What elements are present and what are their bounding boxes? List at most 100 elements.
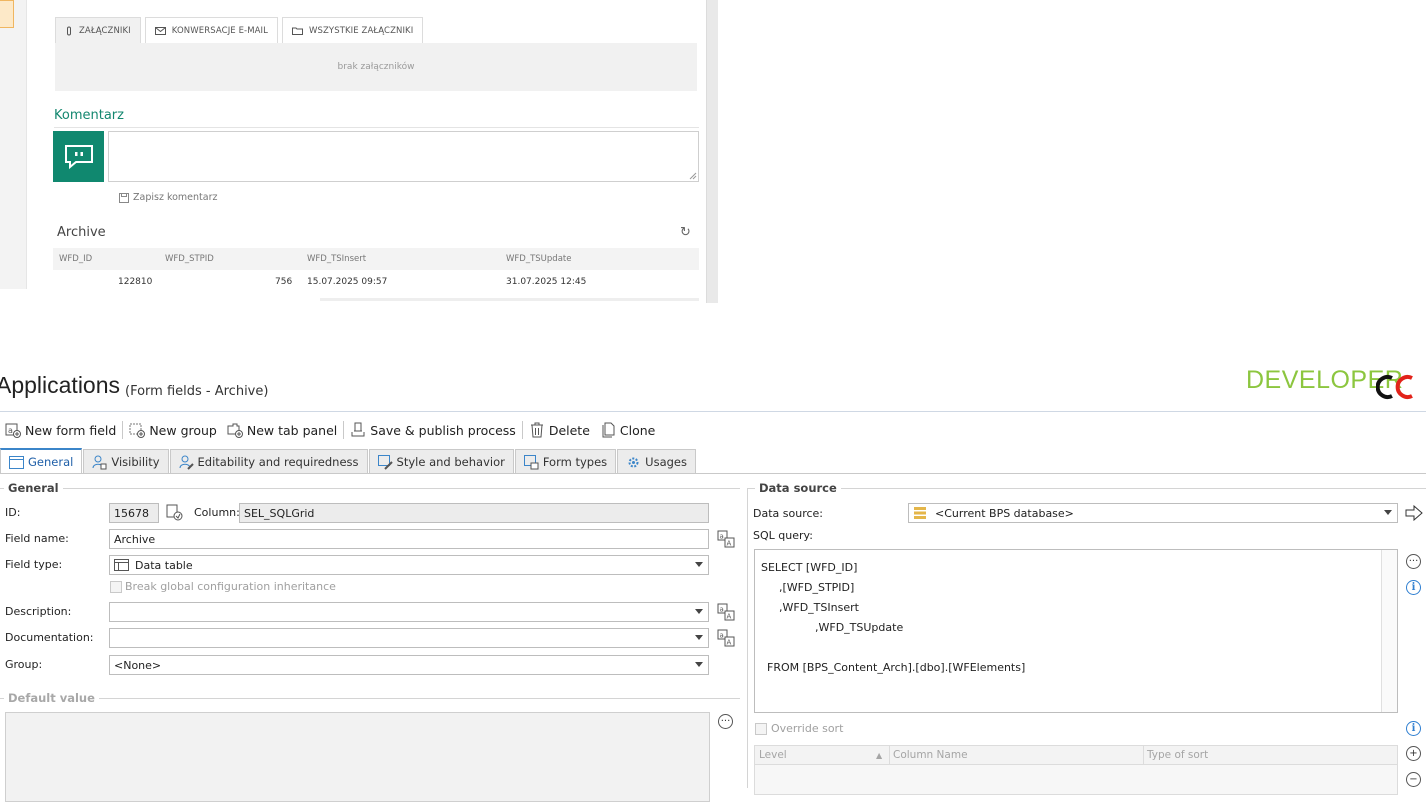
save-comment-button[interactable]: Zapisz komentarz	[119, 192, 218, 203]
delete-button[interactable]: Delete	[524, 419, 595, 441]
sql-query-editor[interactable]: SELECT [WFD_ID] ,[WFD_STPID] ,WFD_TSInse…	[754, 549, 1398, 713]
comment-textarea[interactable]	[108, 131, 699, 182]
preview-scrollbar[interactable]	[706, 0, 718, 303]
tab-attachments[interactable]: ZAŁĄCZNIKI	[55, 17, 141, 44]
new-group-label: New group	[149, 422, 217, 438]
tab-usages[interactable]: Usages	[617, 449, 696, 474]
go-to-source-icon[interactable]	[1405, 505, 1423, 521]
chevron-down-icon	[1384, 510, 1392, 515]
resize-handle-icon[interactable]	[689, 172, 697, 180]
column-header[interactable]: WFD_TSUpdate	[506, 248, 571, 270]
tab-all-attachments-label: WSZYSTKIE ZAŁĄCZNIKI	[309, 25, 414, 36]
svg-text:A: A	[727, 639, 732, 647]
general-group-caption: General	[4, 481, 63, 495]
group-select[interactable]: <None>	[109, 655, 709, 675]
column-header[interactable]: WFD_STPID	[165, 248, 214, 270]
documentation-label: Documentation:	[5, 631, 94, 644]
translate-icon[interactable]: aA	[717, 629, 735, 647]
chevron-down-icon	[695, 562, 703, 567]
attachment-tabs: ZAŁĄCZNIKI KONWERSACJE E-MAIL WSZYSTKIE …	[55, 17, 424, 44]
tab-email-conversations-label: KONWERSACJE E-MAIL	[171, 25, 268, 36]
field-name-label: Field name:	[5, 532, 69, 545]
new-form-field-button[interactable]: a New form field	[0, 419, 121, 441]
default-value-group-frame	[0, 698, 740, 699]
form-preview-panel: ZAŁĄCZNIKI KONWERSACJE E-MAIL WSZYSTKIE …	[0, 0, 718, 303]
tab-form-types[interactable]: Form types	[514, 449, 617, 474]
tabs-divider	[0, 473, 1426, 474]
svg-text:a: a	[720, 606, 724, 614]
clone-icon	[602, 422, 615, 438]
comment-icon	[53, 131, 104, 182]
field-type-select[interactable]: Data table	[109, 555, 709, 575]
data-source-group-frame	[747, 488, 1426, 489]
data-source-group-border	[747, 488, 748, 788]
sql-line: ,WFD_TSInsert	[779, 601, 859, 614]
column-header[interactable]: WFD_TSInsert	[307, 248, 366, 270]
info-icon[interactable]: i	[1406, 721, 1421, 736]
sql-line: SELECT [WFD_ID]	[761, 561, 858, 574]
break-inheritance-checkbox[interactable]	[110, 581, 122, 593]
database-icon	[914, 507, 926, 519]
field-name-value: Archive	[114, 532, 156, 546]
sql-line: ,WFD_TSUpdate	[815, 621, 904, 634]
override-sort-label: Override sort	[771, 722, 844, 735]
cell-updated: 31.07.2025 12:45	[506, 277, 587, 287]
default-value-editor[interactable]	[5, 712, 710, 802]
sql-scrollbar[interactable]	[1381, 550, 1397, 712]
id-label: ID:	[5, 506, 21, 519]
table-row[interactable]: 122810 756 15.07.2025 09:57 31.07.2025 1…	[53, 271, 699, 293]
remove-icon[interactable]: −	[1406, 772, 1421, 787]
translate-icon[interactable]: aA	[717, 603, 735, 621]
more-options-icon[interactable]: ···	[718, 714, 733, 729]
sort-grid-header: Level ▲ Column Name Type of sort	[754, 745, 1398, 765]
chevron-down-icon	[695, 609, 703, 614]
edit-icon	[179, 455, 194, 470]
new-form-field-icon: a	[5, 423, 21, 438]
archive-table-header: WFD_ID WFD_STPID WFD_TSInsert WFD_TSUpda…	[53, 248, 699, 270]
tab-email-conversations[interactable]: KONWERSACJE E-MAIL	[144, 17, 278, 44]
tab-all-attachments[interactable]: WSZYSTKIE ZAŁĄCZNIKI	[282, 17, 424, 44]
column-header[interactable]: Level	[759, 749, 787, 761]
toolbar-separator	[343, 421, 345, 439]
description-select[interactable]	[109, 602, 709, 622]
new-tab-panel-button[interactable]: New tab panel	[222, 419, 342, 441]
override-sort-checkbox[interactable]	[755, 723, 767, 735]
table-scrollbar[interactable]	[320, 298, 699, 301]
tab-visibility[interactable]: Visibility	[83, 449, 169, 474]
tab-general[interactable]: General	[0, 448, 83, 474]
chevron-down-icon	[695, 662, 703, 667]
svg-text:a: a	[720, 533, 724, 541]
delete-label: Delete	[548, 422, 590, 438]
property-tabs: General Visibility Editability and requi…	[0, 448, 697, 474]
documentation-select[interactable]	[109, 628, 709, 648]
clone-button[interactable]: Clone	[595, 419, 660, 441]
tab-style-behavior[interactable]: Style and behavior	[368, 449, 514, 474]
add-icon[interactable]: +	[1406, 746, 1421, 761]
data-source-select[interactable]: <Current BPS database>	[908, 503, 1398, 523]
column-header[interactable]: WFD_ID	[59, 248, 92, 270]
save-publish-label: Save & publish process	[370, 422, 516, 438]
sql-query-label: SQL query:	[753, 529, 813, 542]
svg-text:A: A	[727, 540, 732, 548]
column-header[interactable]: Type of sort	[1147, 749, 1208, 761]
info-icon[interactable]: i	[1406, 580, 1421, 595]
page-title: Applications	[0, 372, 121, 398]
attachments-empty-area: brak załączników	[55, 43, 697, 91]
save-publish-button[interactable]: Save & publish process	[345, 419, 521, 441]
translate-icon[interactable]: aA	[717, 530, 735, 548]
more-options-icon[interactable]: ···	[1406, 554, 1421, 569]
header-divider	[0, 411, 1426, 412]
refresh-icon[interactable]: ↻	[680, 225, 691, 240]
new-group-button[interactable]: New group	[124, 419, 222, 441]
comment-section-title: Komentarz	[54, 108, 124, 123]
column-header[interactable]: Column Name	[893, 749, 968, 761]
cell-inserted: 15.07.2025 09:57	[307, 277, 388, 287]
tab-visibility-label: Visibility	[111, 455, 160, 469]
tab-editability[interactable]: Editability and requiredness	[169, 449, 368, 474]
field-name-input[interactable]: Archive	[109, 529, 709, 549]
usages-icon	[628, 457, 639, 467]
envelope-icon	[154, 26, 166, 35]
style-icon	[377, 454, 393, 470]
group-label: Group:	[5, 658, 43, 671]
copy-id-icon[interactable]	[166, 504, 184, 522]
